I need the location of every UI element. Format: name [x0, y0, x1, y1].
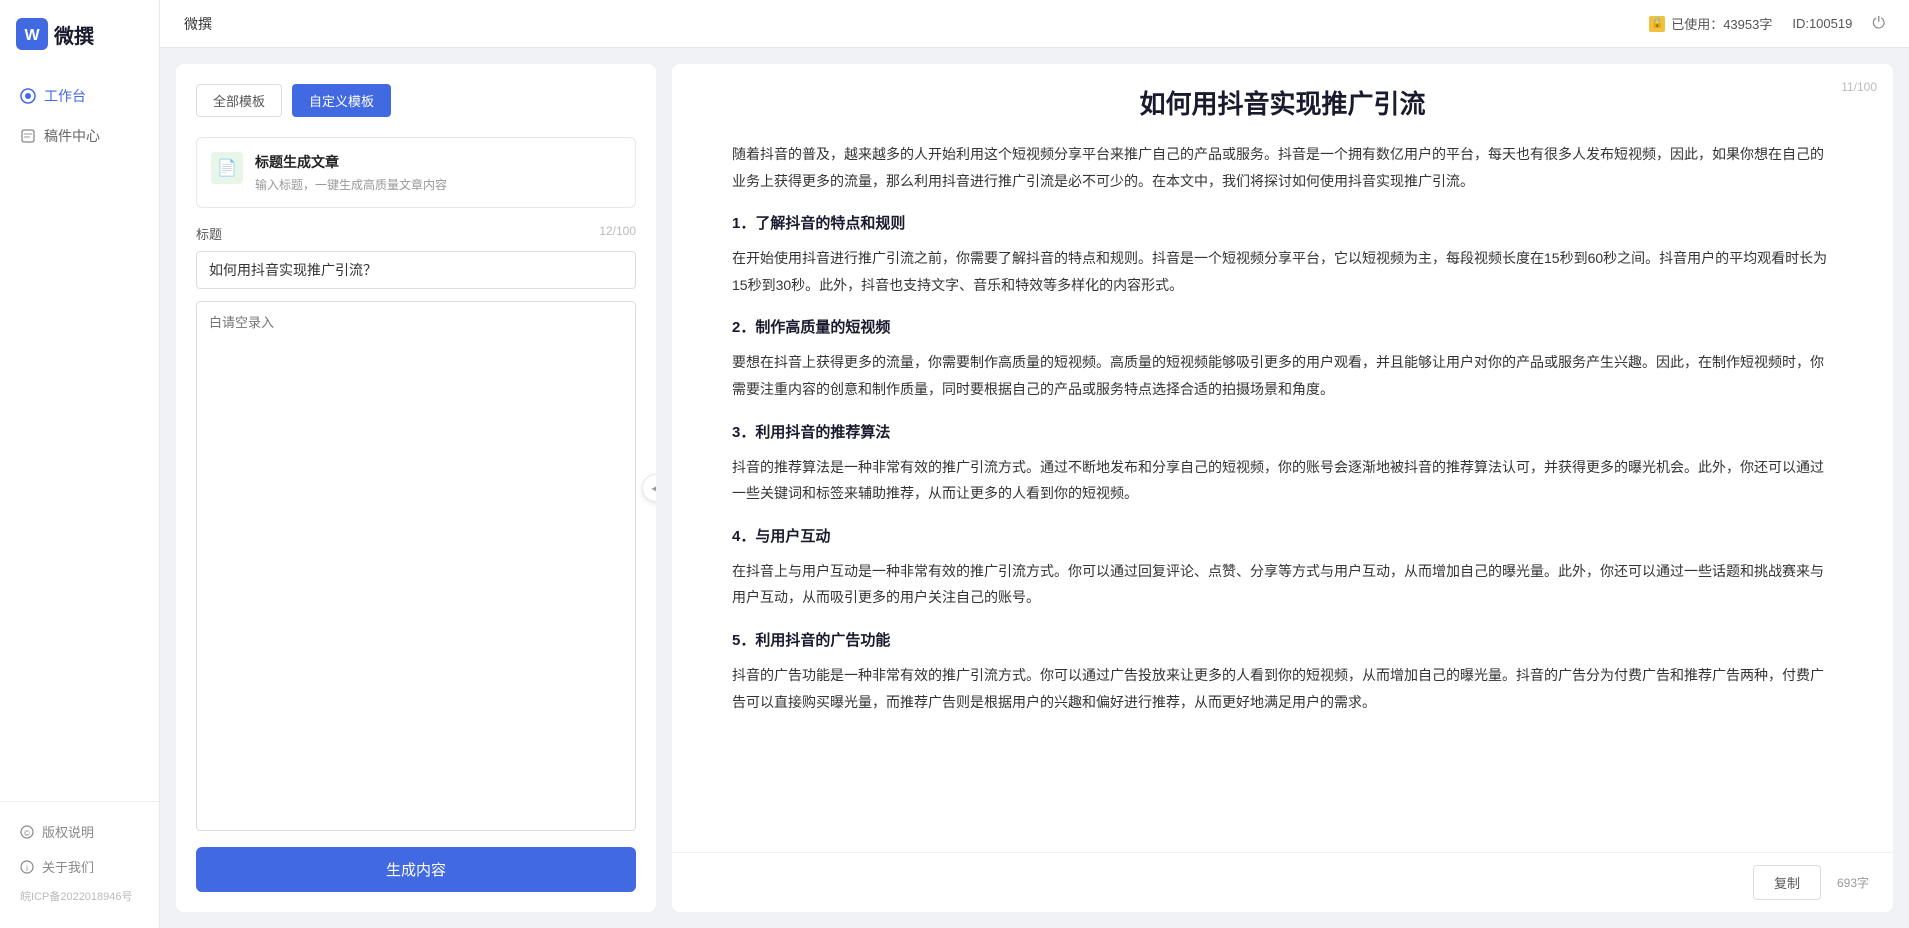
title-label-text: 标题 [196, 224, 222, 243]
logo-text: 微撰 [54, 20, 94, 49]
copyright-label: 版权说明 [42, 822, 94, 841]
article-paragraph: 抖音的推荐算法是一种非常有效的推广引流方式。通过不断地发布和分享自己的短视频，你… [732, 454, 1833, 507]
sidebar-copyright[interactable]: © 版权说明 [0, 814, 159, 849]
template-card-name: 标题生成文章 [255, 152, 447, 172]
article-paragraph: 要想在抖音上获得更多的流量，你需要制作高质量的短视频。高质量的短视频能够吸引更多… [732, 349, 1833, 402]
workbench-icon [20, 88, 36, 104]
left-panel: 全部模板 自定义模板 📄 标题生成文章 输入标题，一键生成高质量文章内容 标题 … [176, 64, 656, 912]
topbar-right: 🔒 已使用：43953字 ID:100519 ⏻ [1649, 14, 1885, 33]
drafts-icon [20, 128, 36, 144]
template-card-info: 标题生成文章 输入标题，一键生成高质量文章内容 [255, 152, 447, 193]
title-input[interactable] [196, 251, 636, 289]
article-body[interactable]: 随着抖音的普及，越来越多的人开始利用这个短视频分享平台来推广自己的产品或服务。抖… [672, 131, 1893, 852]
about-icon: i [20, 860, 34, 874]
svg-text:W: W [24, 27, 40, 44]
content-wrapper: 全部模板 自定义模板 📄 标题生成文章 输入标题，一键生成高质量文章内容 标题 … [160, 48, 1909, 928]
copy-button[interactable]: 复制 [1753, 865, 1821, 900]
word-count: 693字 [1837, 874, 1869, 891]
usage-info: 🔒 已使用：43953字 [1649, 14, 1772, 33]
article-section-heading: 1．了解抖音的特点和规则 [732, 210, 1833, 237]
tab-custom-templates[interactable]: 自定义模板 [292, 84, 391, 117]
article-section-heading: 2．制作高质量的短视频 [732, 314, 1833, 341]
sidebar-bottom: © 版权说明 i 关于我们 皖ICP备2022018946号 [0, 801, 159, 928]
template-card-desc: 输入标题，一键生成高质量文章内容 [255, 176, 447, 193]
article-section-heading: 4．与用户互动 [732, 523, 1833, 550]
title-field-label: 标题 12/100 [196, 224, 636, 243]
article-title: 如何用抖音实现推广引流 [712, 84, 1853, 121]
sidebar-item-workbench[interactable]: 工作台 [0, 76, 159, 116]
main-area: 微撰 🔒 已使用：43953字 ID:100519 ⏻ 全部模板 自定义模板 📄 [160, 0, 1909, 928]
article-paragraph: 抖音的广告功能是一种非常有效的推广引流方式。你可以通过广告投放来让更多的人看到你… [732, 662, 1833, 715]
drafts-label: 稿件中心 [44, 126, 100, 146]
icp-number: 皖ICP备2022018946号 [0, 884, 159, 908]
about-label: 关于我们 [42, 857, 94, 876]
content-textarea[interactable] [196, 301, 636, 831]
sidebar-item-drafts[interactable]: 稿件中心 [0, 116, 159, 156]
copyright-icon: © [20, 825, 34, 839]
title-char-count: 12/100 [599, 224, 636, 243]
sidebar-about[interactable]: i 关于我们 [0, 849, 159, 884]
article-paragraph: 在抖音上与用户互动是一种非常有效的推广引流方式。你可以通过回复评论、点赞、分享等… [732, 558, 1833, 611]
tab-all-templates[interactable]: 全部模板 [196, 84, 282, 117]
page-counter: 11/100 [1841, 80, 1877, 94]
svg-text:©: © [24, 829, 30, 838]
generate-button[interactable]: 生成内容 [196, 847, 636, 892]
sidebar: W 微撰 工作台 稿件中心 © 版权说明 [0, 0, 160, 928]
article-paragraph: 随着抖音的普及，越来越多的人开始利用这个短视频分享平台来推广自己的产品或服务。抖… [732, 141, 1833, 194]
template-tabs: 全部模板 自定义模板 [196, 84, 636, 117]
article-paragraph: 在开始使用抖音进行推广引流之前，你需要了解抖音的特点和规则。抖音是一个短视频分享… [732, 245, 1833, 298]
article-footer: 复制 693字 [672, 852, 1893, 912]
workbench-label: 工作台 [44, 86, 86, 106]
logo-icon: W [16, 18, 48, 50]
article-section-heading: 3．利用抖音的推荐算法 [732, 419, 1833, 446]
svg-text:i: i [26, 864, 28, 873]
topbar-title: 微撰 [184, 14, 212, 34]
topbar: 微撰 🔒 已使用：43953字 ID:100519 ⏻ [160, 0, 1909, 48]
sidebar-nav: 工作台 稿件中心 [0, 68, 159, 801]
right-panel: 如何用抖音实现推广引流 11/100 随着抖音的普及，越来越多的人开始利用这个短… [672, 64, 1893, 912]
usage-icon: 🔒 [1649, 16, 1665, 32]
user-id: ID:100519 [1792, 16, 1852, 31]
power-button[interactable]: ⏻ [1872, 15, 1885, 33]
logo-area: W 微撰 [0, 0, 159, 68]
collapse-button[interactable]: ◀ [642, 474, 656, 502]
template-card-title-article[interactable]: 📄 标题生成文章 输入标题，一键生成高质量文章内容 [196, 137, 636, 208]
article-section-heading: 5．利用抖音的广告功能 [732, 627, 1833, 654]
article-header: 如何用抖音实现推广引流 11/100 [672, 64, 1893, 131]
usage-label: 已使用：43953字 [1671, 14, 1772, 33]
template-card-icon: 📄 [211, 152, 243, 184]
